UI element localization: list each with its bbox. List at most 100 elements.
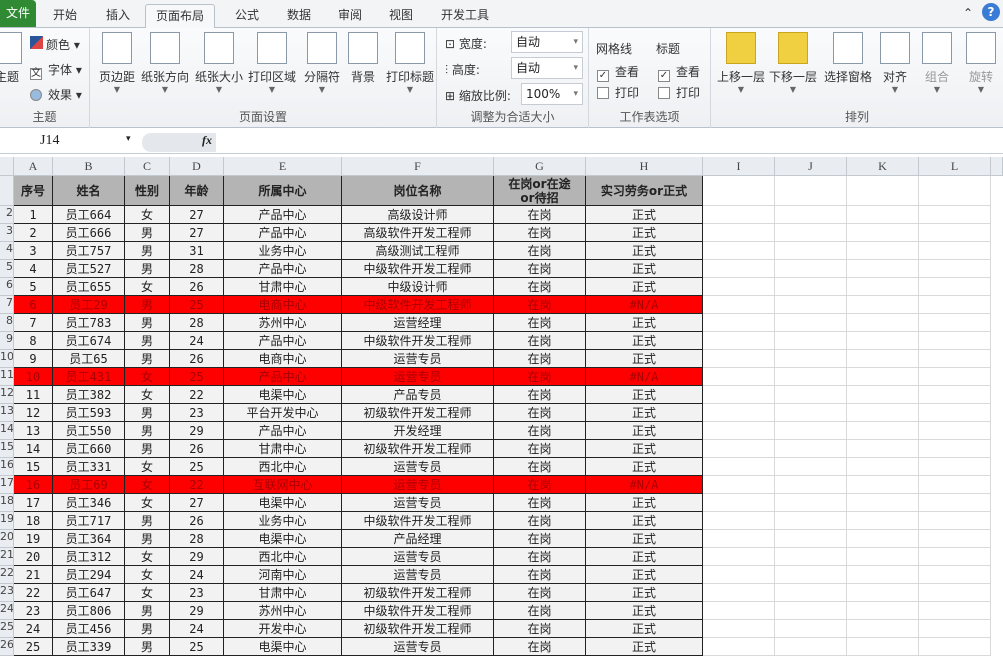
empty-cell[interactable] xyxy=(919,368,991,386)
empty-cell[interactable] xyxy=(847,476,919,494)
table-cell[interactable]: 员工294 xyxy=(53,566,125,584)
table-cell[interactable]: 3 xyxy=(14,242,53,260)
table-cell[interactable]: 25 xyxy=(170,638,224,656)
arrange-button-2[interactable]: 选择窗格 xyxy=(821,32,875,85)
formula-input[interactable] xyxy=(216,133,1003,152)
empty-cell[interactable] xyxy=(775,566,847,584)
empty-cell[interactable] xyxy=(703,242,775,260)
table-cell[interactable]: 开发中心 xyxy=(224,620,342,638)
table-cell[interactable]: 6 xyxy=(14,296,53,314)
table-cell[interactable]: 在岗 xyxy=(494,278,586,296)
table-cell[interactable]: 运营专员 xyxy=(342,548,494,566)
table-cell[interactable]: 29 xyxy=(170,422,224,440)
empty-cell[interactable] xyxy=(703,494,775,512)
table-cell[interactable]: 初级软件开发工程师 xyxy=(342,440,494,458)
column-header-E[interactable]: E xyxy=(224,157,342,176)
table-cell[interactable]: 运营专员 xyxy=(342,638,494,656)
table-cell[interactable]: 运营专员 xyxy=(342,494,494,512)
empty-cell[interactable] xyxy=(775,620,847,638)
tab-0[interactable]: 文件 xyxy=(0,0,36,27)
table-cell[interactable]: 女 xyxy=(125,458,170,476)
table-cell[interactable]: 男 xyxy=(125,440,170,458)
name-box[interactable]: J14 xyxy=(0,133,138,152)
column-header-L[interactable]: L xyxy=(919,157,991,176)
table-cell[interactable]: 员工527 xyxy=(53,260,125,278)
table-cell[interactable]: 21 xyxy=(14,566,53,584)
empty-cell[interactable] xyxy=(919,206,991,224)
row-header-21[interactable]: 21 xyxy=(0,548,14,566)
column-header-J[interactable]: J xyxy=(775,157,847,176)
table-cell[interactable]: 在岗 xyxy=(494,224,586,242)
table-cell[interactable]: 高级软件开发工程师 xyxy=(342,224,494,242)
table-cell[interactable]: 业务中心 xyxy=(224,512,342,530)
table-cell[interactable]: 在岗 xyxy=(494,242,586,260)
empty-cell[interactable] xyxy=(847,224,919,242)
empty-cell[interactable] xyxy=(919,548,991,566)
table-cell[interactable]: 电商中心 xyxy=(224,350,342,368)
table-cell[interactable]: 平台开发中心 xyxy=(224,404,342,422)
table-cell[interactable]: #N/A xyxy=(586,296,703,314)
table-cell[interactable]: 28 xyxy=(170,530,224,548)
row-header-26[interactable]: 26 xyxy=(0,638,14,656)
table-cell[interactable]: 员工660 xyxy=(53,440,125,458)
table-cell[interactable]: 正式 xyxy=(586,350,703,368)
empty-cell[interactable] xyxy=(703,386,775,404)
table-cell[interactable]: 在岗 xyxy=(494,512,586,530)
table-cell[interactable]: 25 xyxy=(170,368,224,386)
table-cell[interactable]: 员工674 xyxy=(53,332,125,350)
table-cell[interactable]: 在岗 xyxy=(494,260,586,278)
table-cell[interactable]: 西北中心 xyxy=(224,548,342,566)
empty-cell[interactable] xyxy=(847,314,919,332)
table-cell[interactable]: 开发经理 xyxy=(342,422,494,440)
table-cell[interactable]: 正式 xyxy=(586,548,703,566)
table-cell[interactable]: 在岗 xyxy=(494,404,586,422)
table-cell[interactable]: 25 xyxy=(170,458,224,476)
table-cell[interactable]: 产品中心 xyxy=(224,206,342,224)
table-cell[interactable]: 在岗 xyxy=(494,314,586,332)
empty-cell[interactable] xyxy=(703,260,775,278)
table-cell[interactable]: 在岗 xyxy=(494,494,586,512)
empty-cell[interactable] xyxy=(775,530,847,548)
table-cell[interactable]: 24 xyxy=(170,332,224,350)
table-cell[interactable]: 运营专员 xyxy=(342,566,494,584)
table-cell[interactable]: 22 xyxy=(170,386,224,404)
table-cell[interactable]: 苏州中心 xyxy=(224,602,342,620)
table-cell[interactable]: 在岗 xyxy=(494,530,586,548)
table-cell[interactable]: 中级软件开发工程师 xyxy=(342,512,494,530)
table-cell[interactable]: 男 xyxy=(125,260,170,278)
table-cell[interactable]: 正式 xyxy=(586,620,703,638)
table-cell[interactable]: 7 xyxy=(14,314,53,332)
table-cell[interactable]: 正式 xyxy=(586,458,703,476)
table-cell[interactable]: 女 xyxy=(125,548,170,566)
empty-cell[interactable] xyxy=(775,176,847,206)
table-cell[interactable]: 产品中心 xyxy=(224,260,342,278)
table-cell[interactable]: 员工647 xyxy=(53,584,125,602)
empty-cell[interactable] xyxy=(703,296,775,314)
empty-cell[interactable] xyxy=(703,602,775,620)
table-cell[interactable]: 员工29 xyxy=(53,296,125,314)
row-header-9[interactable]: 9 xyxy=(0,332,14,350)
empty-cell[interactable] xyxy=(919,530,991,548)
empty-cell[interactable] xyxy=(703,584,775,602)
table-cell[interactable]: 中级设计师 xyxy=(342,278,494,296)
table-cell[interactable]: 19 xyxy=(14,530,53,548)
empty-cell[interactable] xyxy=(919,620,991,638)
empty-cell[interactable] xyxy=(703,566,775,584)
table-cell[interactable]: 河南中心 xyxy=(224,566,342,584)
empty-cell[interactable] xyxy=(775,224,847,242)
table-cell[interactable]: 24 xyxy=(170,620,224,638)
empty-cell[interactable] xyxy=(775,386,847,404)
empty-cell[interactable] xyxy=(775,422,847,440)
table-cell[interactable]: 正式 xyxy=(586,602,703,620)
table-cell[interactable]: 男 xyxy=(125,530,170,548)
table-cell[interactable]: 正式 xyxy=(586,278,703,296)
empty-cell[interactable] xyxy=(775,314,847,332)
empty-cell[interactable] xyxy=(775,494,847,512)
table-cell[interactable]: 甘肃中心 xyxy=(224,278,342,296)
empty-cell[interactable] xyxy=(919,566,991,584)
empty-cell[interactable] xyxy=(847,260,919,278)
empty-cell[interactable] xyxy=(703,548,775,566)
row-header-19[interactable]: 19 xyxy=(0,512,14,530)
page-setup-button-5[interactable]: 背景 xyxy=(346,32,380,85)
table-cell[interactable]: 高级设计师 xyxy=(342,206,494,224)
